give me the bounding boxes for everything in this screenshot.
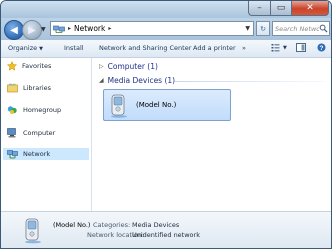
address-row: ◀ ▶ ▼ ▸ Network ▸ ▼ ↻ bbox=[1, 18, 331, 40]
search-input[interactable] bbox=[273, 24, 319, 33]
network-sharing-center-button[interactable]: Network and Sharing Center bbox=[99, 44, 191, 52]
libraries-icon bbox=[7, 83, 18, 93]
group-computer-label: Computer (1) bbox=[107, 62, 158, 71]
nav-libraries-label: Libraries bbox=[23, 84, 52, 92]
details-location-value: Unidentified network bbox=[132, 231, 200, 239]
search-box[interactable] bbox=[272, 21, 330, 36]
details-categories-value: Media Devices bbox=[132, 221, 180, 229]
add-printer-button[interactable]: Add a printer bbox=[193, 44, 236, 52]
content-pane: ▷ Computer (1) ◢ Media Devices (1) (Mode… bbox=[92, 58, 331, 211]
group-media-devices[interactable]: ◢ Media Devices (1) bbox=[99, 76, 175, 85]
refresh-button[interactable]: ↻ bbox=[256, 21, 270, 36]
details-pane: (Model No.) Categories: Media Devices Ne… bbox=[1, 211, 331, 248]
nav-network-label: Network bbox=[23, 150, 51, 158]
nav-homegroup-label: Homegroup bbox=[23, 106, 62, 114]
install-button[interactable]: Install bbox=[64, 44, 84, 52]
title-bar[interactable]: – ▭ ✕ bbox=[1, 1, 331, 18]
maximize-button[interactable]: ▭ bbox=[270, 1, 291, 16]
computer-icon bbox=[7, 128, 16, 138]
view-options-chevron-icon[interactable]: ▼ bbox=[283, 45, 287, 51]
explorer-window: – ▭ ✕ ◀ ▶ ▼ ▸ Network ▸ ▼ ↻ Search Netwo… bbox=[0, 0, 332, 249]
media-device-icon bbox=[25, 218, 41, 244]
help-icon[interactable]: ? bbox=[317, 43, 326, 52]
nav-computer[interactable]: Computer bbox=[7, 127, 55, 139]
star-icon bbox=[7, 61, 17, 71]
group-media-devices-label: Media Devices (1) bbox=[107, 76, 176, 85]
minimize-button[interactable]: – bbox=[248, 1, 270, 16]
nav-computer-label: Computer bbox=[23, 129, 56, 137]
recent-pages-dropdown[interactable]: ▼ bbox=[41, 26, 46, 33]
breadcrumb-separator-end[interactable]: ▸ bbox=[108, 25, 111, 32]
homegroup-icon bbox=[7, 106, 17, 114]
window-controls: – ▭ ✕ bbox=[248, 1, 329, 16]
breadcrumb-separator[interactable]: ▸ bbox=[68, 25, 71, 32]
preview-pane-icon[interactable] bbox=[296, 43, 306, 52]
command-bar: Organize ▼ Install Network and Sharing Ce… bbox=[1, 40, 331, 58]
group-computer[interactable]: ▷ Computer (1) bbox=[99, 62, 158, 71]
navigation-pane: Favorites Libraries Homegroup Computer N… bbox=[1, 58, 92, 211]
organize-menu[interactable]: Organize ▼ bbox=[8, 44, 43, 52]
back-button[interactable]: ◀ bbox=[4, 20, 24, 40]
svg-text:?: ? bbox=[320, 45, 324, 52]
chevron-down-icon: ▼ bbox=[39, 46, 43, 52]
close-button[interactable]: ✕ bbox=[291, 1, 329, 16]
nav-homegroup[interactable]: Homegroup bbox=[7, 104, 61, 116]
network-icon bbox=[53, 25, 65, 33]
address-dropdown-icon[interactable]: ▼ bbox=[245, 25, 250, 32]
expand-arrow-icon[interactable]: ▷ bbox=[99, 63, 104, 70]
collapse-arrow-icon[interactable]: ◢ bbox=[99, 77, 104, 84]
network-icon bbox=[7, 150, 18, 159]
forward-button[interactable]: ▶ bbox=[22, 20, 42, 40]
change-view-icon[interactable] bbox=[271, 43, 280, 52]
media-device-icon bbox=[111, 94, 127, 118]
media-device-label: (Model No.) bbox=[136, 101, 177, 109]
group-divider bbox=[175, 81, 325, 82]
nav-network[interactable]: Network bbox=[3, 148, 89, 160]
address-bar[interactable]: ▸ Network ▸ ▼ bbox=[50, 21, 254, 36]
breadcrumb-network[interactable]: Network bbox=[74, 24, 105, 33]
more-commands-button[interactable]: » bbox=[242, 44, 246, 52]
details-device-name: (Model No.) bbox=[53, 221, 91, 229]
media-device-item[interactable]: (Model No.) bbox=[103, 89, 231, 121]
details-categories-label: Categories: bbox=[93, 221, 131, 229]
nav-favorites-label: Favorites bbox=[22, 62, 52, 70]
nav-libraries[interactable]: Libraries bbox=[7, 82, 51, 94]
nav-favorites[interactable]: Favorites bbox=[7, 60, 51, 72]
organize-label: Organize bbox=[8, 44, 38, 52]
search-icon[interactable] bbox=[319, 24, 328, 33]
